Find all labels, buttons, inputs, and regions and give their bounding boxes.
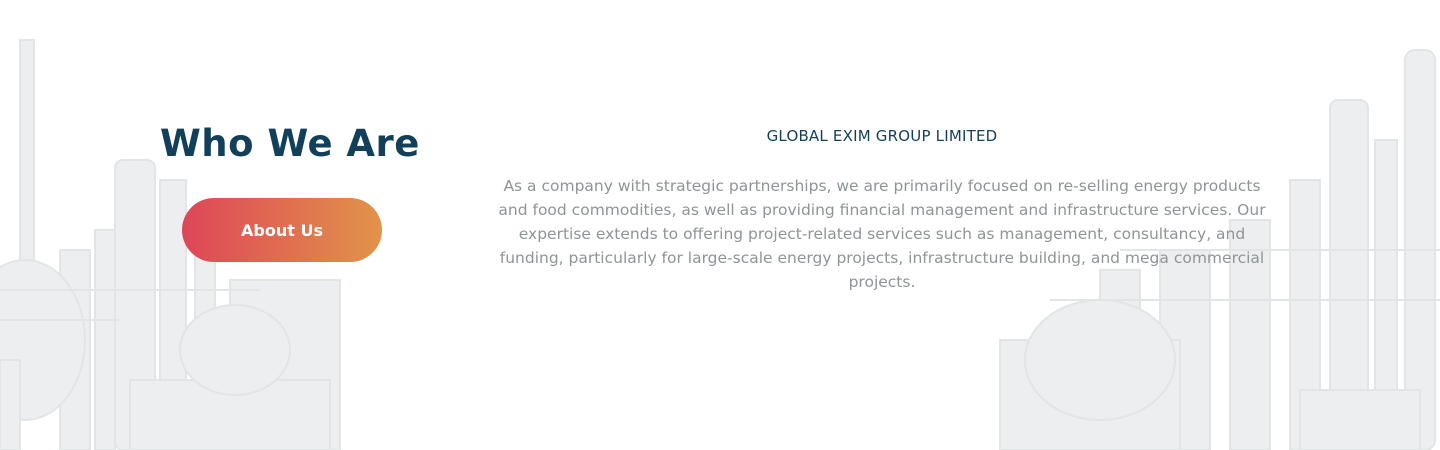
who-we-are-left-column: Who We Are About Us xyxy=(160,118,420,262)
section-title: Who We Are xyxy=(160,122,420,165)
company-name: GLOBAL EXIM GROUP LIMITED xyxy=(766,127,998,145)
who-we-are-right-column: GLOBAL EXIM GROUP LIMITED As a company w… xyxy=(492,126,1272,294)
about-us-button[interactable]: About Us xyxy=(182,198,382,262)
company-description: As a company with strategic partnerships… xyxy=(498,177,1266,291)
who-we-are-section: Who We Are About Us GLOBAL EXIM GROUP LI… xyxy=(0,0,1440,450)
